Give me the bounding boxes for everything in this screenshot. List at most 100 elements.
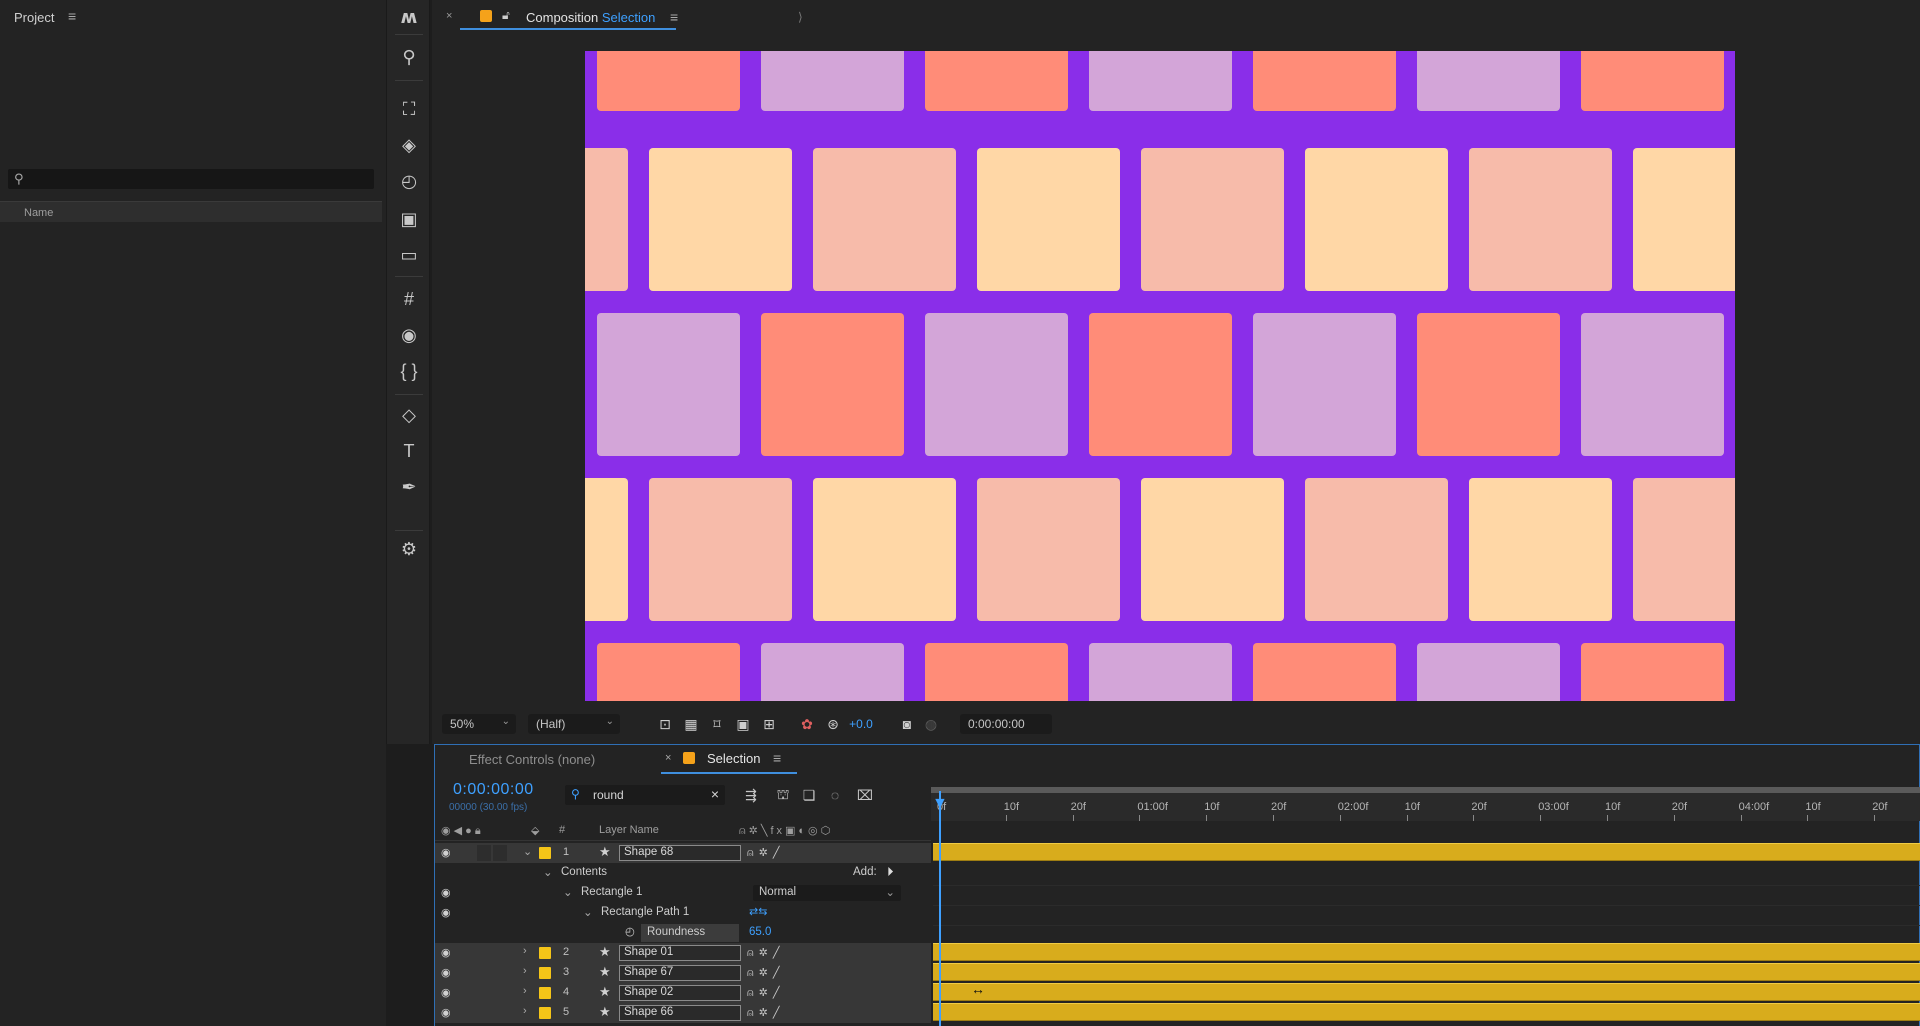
- grid-overlay-icon[interactable]: ⊞: [760, 715, 778, 733]
- layers-icon[interactable]: ◈: [396, 132, 422, 158]
- path-direction-icon[interactable]: ⇄⇆: [749, 905, 767, 918]
- project-search-input[interactable]: ⚲: [8, 169, 374, 189]
- stopwatch-icon[interactable]: ◴: [396, 168, 422, 194]
- zoom-dropdown[interactable]: 50% ⌄: [442, 714, 516, 734]
- layer-name[interactable]: Shape 68: [619, 845, 741, 861]
- layer-row[interactable]: ◉ ⌄ 1 ★ Shape 68 ⍝✲╱: [435, 843, 931, 863]
- label-color-swatch[interactable]: [539, 987, 551, 999]
- playhead-icon[interactable]: ▼: [932, 795, 948, 813]
- chevron-down-icon[interactable]: ⌄: [523, 845, 532, 858]
- layer-duration-bar[interactable]: [933, 843, 1920, 861]
- motion-blur-icon[interactable]: ◌: [825, 785, 845, 805]
- eye-icon[interactable]: ◉: [441, 986, 451, 999]
- layer-switches[interactable]: ⍝✲╱: [747, 846, 784, 860]
- contents-group-row[interactable]: ⌄ Contents Add: ⏵: [435, 863, 931, 883]
- add-property-icon[interactable]: ⏵: [887, 864, 894, 880]
- roundness-property-row[interactable]: ◴ Roundness 65.0: [435, 923, 931, 943]
- layer-switches[interactable]: ⍝✲╱: [747, 1006, 784, 1020]
- project-menu-icon[interactable]: ≡: [68, 8, 76, 24]
- eye-icon[interactable]: ◉: [441, 1006, 451, 1019]
- lock-icon[interactable]: 🔓︎: [502, 8, 510, 23]
- composition-icon[interactable]: ▣: [396, 206, 422, 232]
- chevron-right-icon[interactable]: ›: [523, 965, 527, 977]
- label-color-swatch[interactable]: [539, 947, 551, 959]
- layer-name[interactable]: Shape 67: [619, 965, 741, 981]
- chevron-down-icon[interactable]: ⌄: [543, 865, 553, 879]
- label-color-swatch[interactable]: [539, 1007, 551, 1019]
- eye-icon[interactable]: ◉: [441, 966, 451, 979]
- layer-switches[interactable]: ⍝✲╱: [747, 946, 784, 960]
- exposure-value[interactable]: +0.0: [846, 715, 876, 733]
- layer-row[interactable]: ◉ › 3 ★ Shape 67 ⍝✲╱: [435, 963, 931, 983]
- eye-icon[interactable]: ◉: [441, 846, 451, 859]
- layer-name[interactable]: Shape 02: [619, 985, 741, 1001]
- roundness-value[interactable]: 65.0: [749, 926, 771, 938]
- layer-name[interactable]: Shape 01: [619, 945, 741, 961]
- show-snapshot-icon[interactable]: ◍: [922, 715, 940, 733]
- eye-icon[interactable]: ◉: [441, 906, 451, 919]
- chevron-right-icon[interactable]: ›: [523, 985, 527, 997]
- eye-icon[interactable]: ◉: [441, 886, 451, 899]
- close-icon[interactable]: ×: [665, 752, 671, 764]
- shy-layers-icon[interactable]: ❏: [799, 785, 819, 805]
- layer-duration-bar[interactable]: [933, 963, 1920, 981]
- layer-switches[interactable]: ⍝✲╱: [747, 986, 784, 1000]
- label-color-swatch[interactable]: [539, 967, 551, 979]
- composition-canvas[interactable]: [585, 51, 1735, 701]
- layer-duration-bar[interactable]: [933, 1003, 1920, 1021]
- timeline-search-input[interactable]: ⚲ round ×: [565, 785, 725, 805]
- camera-icon[interactable]: ◙: [898, 715, 916, 733]
- adobe-logo-icon[interactable]: ʍ: [396, 4, 422, 30]
- layer-duration-bar[interactable]: [933, 983, 1920, 1001]
- color-channel-icon[interactable]: ✿: [798, 715, 816, 733]
- comp-flowchart-icon[interactable]: ⇶: [741, 785, 761, 805]
- search-icon[interactable]: ⚲: [396, 44, 422, 70]
- work-area-bar[interactable]: [931, 787, 1920, 793]
- comp-menu-icon[interactable]: ≡: [670, 9, 678, 25]
- pen-icon[interactable]: ✒: [396, 474, 422, 500]
- braces-icon[interactable]: { }: [396, 358, 422, 384]
- eye-icon[interactable]: ◉: [396, 322, 422, 348]
- region-of-interest-icon[interactable]: ⊡: [656, 715, 674, 733]
- timeline-menu-icon[interactable]: ≡: [773, 750, 781, 766]
- layer-row[interactable]: ◉ › 5 ★ Shape 66 ⍝✲╱: [435, 1003, 931, 1023]
- time-ruler[interactable]: 0f 10f 20f 01:00f 10f 20f 02:00f 10f 20f 03:00f 10…: [931, 787, 1920, 821]
- chevron-down-icon[interactable]: ⌄: [563, 885, 573, 899]
- folder-icon[interactable]: ▭: [396, 242, 422, 268]
- layer-switches[interactable]: ⍝✲╱: [747, 966, 784, 980]
- current-timecode[interactable]: 0:00:00:00: [453, 781, 534, 799]
- eye-icon[interactable]: ◉: [441, 946, 451, 959]
- close-icon[interactable]: ×: [446, 10, 452, 22]
- graph-editor-icon[interactable]: ⌧: [855, 785, 875, 805]
- settings-icon[interactable]: ⚙: [396, 536, 422, 562]
- blend-mode-dropdown[interactable]: Normal ⌄: [753, 885, 901, 901]
- project-name-column-header[interactable]: Name: [0, 201, 382, 222]
- layer-row[interactable]: ◉ › 4 ★ Shape 02 ⍝✲╱: [435, 983, 931, 1003]
- layer-row[interactable]: ◉ › 2 ★ Shape 01 ⍝✲╱: [435, 943, 931, 963]
- transparency-grid-icon[interactable]: ▦: [682, 715, 700, 733]
- layer-duration-bar[interactable]: [933, 943, 1920, 961]
- grid-icon[interactable]: #: [396, 286, 422, 312]
- chevron-right-icon[interactable]: ›: [523, 1005, 527, 1017]
- rectangle-path-row[interactable]: ◉ ⌄ Rectangle Path 1 ⇄⇆: [435, 903, 931, 923]
- tab-timeline-selection[interactable]: Selection: [707, 751, 760, 766]
- label-color-swatch[interactable]: [539, 847, 551, 859]
- guides-icon[interactable]: ▣: [734, 715, 752, 733]
- mask-path-icon[interactable]: ⌑: [708, 715, 726, 733]
- chevron-right-icon[interactable]: ›: [523, 945, 527, 957]
- draft-3d-icon[interactable]: ⛫: [773, 785, 793, 805]
- tab-effect-controls[interactable]: Effect Controls (none): [469, 752, 595, 767]
- stopwatch-icon[interactable]: ◴: [625, 924, 635, 938]
- exposure-reset-icon[interactable]: ⊛: [824, 715, 842, 733]
- layer-name[interactable]: Shape 66: [619, 1005, 741, 1021]
- current-time-indicator[interactable]: [939, 791, 941, 1026]
- layer-name-column-header[interactable]: Layer Name: [599, 824, 659, 836]
- resolution-dropdown[interactable]: (Half) ⌄: [528, 714, 620, 734]
- chevron-down-icon[interactable]: ⌄: [583, 905, 593, 919]
- shapes-icon[interactable]: ◇: [396, 402, 422, 428]
- text-icon[interactable]: T: [396, 438, 422, 464]
- selection-icon[interactable]: ⛶: [396, 96, 422, 122]
- clear-search-icon[interactable]: ×: [711, 786, 719, 802]
- viewer-time-display[interactable]: 0:00:00:00: [960, 714, 1052, 734]
- rectangle-group-row[interactable]: ◉ ⌄ Rectangle 1 Normal ⌄: [435, 883, 931, 903]
